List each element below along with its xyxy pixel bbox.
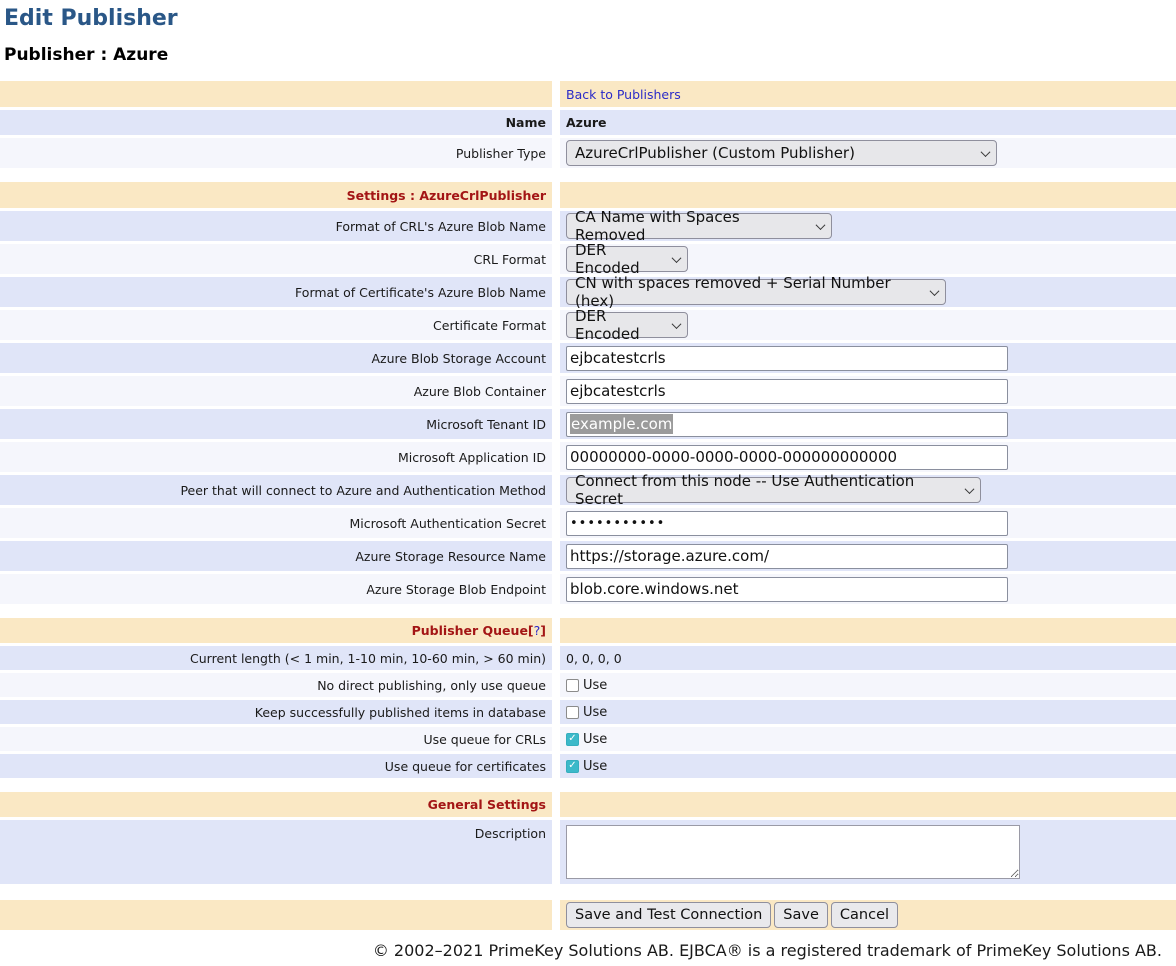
cert-blob-name-format-select[interactable]: CN with spaces removed + Serial Number (… [566,279,946,305]
general-header-spacer [560,792,1176,817]
publisher-type-select[interactable]: AzureCrlPublisher (Custom Publisher) [566,140,997,166]
publisher-queue-table: Publisher Queue[?] Current length (< 1 m… [0,618,1176,778]
application-id-label: Microsoft Application ID [0,442,552,472]
back-to-publishers-link[interactable]: Back to Publishers [566,87,681,102]
azure-blob-container-input[interactable] [566,379,1008,404]
settings-header-spacer [560,182,1176,208]
name-label: Name [0,110,552,135]
actions-table: Save and Test Connection Save Cancel [0,900,1176,930]
no-direct-publishing-checkbox[interactable] [566,679,579,692]
microsoft-application-id-input[interactable] [566,445,1008,470]
keep-published-items-checkbox[interactable] [566,706,579,719]
crl-blob-name-format-label: Format of CRL's Azure Blob Name [0,211,552,241]
footer-copyright: © 2002–2021 PrimeKey Solutions AB. EJBCA… [0,933,1176,966]
cert-blob-name-format-value: CN with spaces removed + Serial Number (… [575,274,917,310]
cancel-button[interactable]: Cancel [831,902,898,928]
chevron-down-icon [672,319,682,329]
crl-format-select[interactable]: DER Encoded [566,246,688,272]
chevron-down-icon [816,220,826,230]
general-settings-header: General Settings [0,792,552,817]
certificate-format-select[interactable]: DER Encoded [566,312,688,338]
blob-storage-account-label: Azure Blob Storage Account [0,343,552,373]
save-and-test-button[interactable]: Save and Test Connection [566,902,771,928]
tenant-id-label: Microsoft Tenant ID [0,409,552,439]
chevron-down-icon [981,147,991,157]
certificate-format-value: DER Encoded [575,307,659,343]
save-button[interactable]: Save [774,902,828,928]
azure-blob-storage-account-input[interactable] [566,346,1008,371]
peer-auth-method-label: Peer that will connect to Azure and Auth… [0,475,552,505]
peer-auth-method-select[interactable]: Connect from this node -- Use Authentica… [566,477,981,503]
chevron-down-icon [930,286,940,296]
queue-length-label: Current length (< 1 min, 1-10 min, 10-60… [0,646,552,670]
tenant-id-selected-text: example.com [570,414,673,434]
use-queue-crls-checkbox[interactable] [566,733,579,746]
crl-blob-name-format-select[interactable]: CA Name with Spaces Removed [566,213,832,239]
queue-length-value: 0, 0, 0, 0 [560,646,1176,670]
description-textarea[interactable] [566,825,1020,879]
crl-format-label: CRL Format [0,244,552,274]
publisher-queue-header: Publisher Queue [412,623,528,638]
microsoft-tenant-id-input[interactable]: example.com [566,412,1008,437]
general-settings-table: General Settings Description [0,792,1176,884]
storage-blob-endpoint-label: Azure Storage Blob Endpoint [0,574,552,604]
queue-header-spacer [560,618,1176,643]
blob-container-label: Azure Blob Container [0,376,552,406]
keep-published-items-label: Keep successfully published items in dat… [0,700,552,724]
page-subtitle: Publisher : Azure [0,45,1176,65]
storage-resource-name-label: Azure Storage Resource Name [0,541,552,571]
peer-auth-method-value: Connect from this node -- Use Authentica… [575,472,952,508]
help-bracket-close: ] [540,623,546,638]
checkbox-use-label: Use [583,678,607,693]
publisher-type-label: Publisher Type [0,138,552,168]
use-queue-crls-label: Use queue for CRLs [0,727,552,751]
azure-storage-blob-endpoint-input[interactable] [566,577,1008,602]
name-value: Azure [560,110,1176,135]
publisher-type-selected-value: AzureCrlPublisher (Custom Publisher) [575,144,855,162]
azure-storage-resource-name-input[interactable] [566,544,1008,569]
no-direct-publishing-label: No direct publishing, only use queue [0,673,552,697]
crl-format-value: DER Encoded [575,241,659,277]
actions-spacer-cell [0,900,552,930]
checkbox-use-label: Use [583,705,607,720]
page-title: Edit Publisher [0,0,1176,31]
checkbox-use-label: Use [583,732,607,747]
settings-section-header: Settings : AzureCrlPublisher [0,182,552,208]
microsoft-auth-secret-input[interactable] [566,511,1008,536]
settings-table: Settings : AzureCrlPublisher Format of C… [0,182,1176,604]
header-spacer-cell [0,81,552,107]
cert-blob-name-format-label: Format of Certificate's Azure Blob Name [0,277,552,307]
chevron-down-icon [965,484,975,494]
chevron-down-icon [672,253,682,263]
auth-secret-label: Microsoft Authentication Secret [0,508,552,538]
use-queue-certs-label: Use queue for certificates [0,754,552,778]
publisher-top-table: Back to Publishers Name Azure Publisher … [0,81,1176,168]
publisher-queue-help-link[interactable]: ? [534,623,541,638]
checkbox-use-label: Use [583,759,607,774]
description-label: Description [0,820,552,884]
certificate-format-label: Certificate Format [0,310,552,340]
crl-blob-name-format-value: CA Name with Spaces Removed [575,208,803,244]
use-queue-certs-checkbox[interactable] [566,760,579,773]
